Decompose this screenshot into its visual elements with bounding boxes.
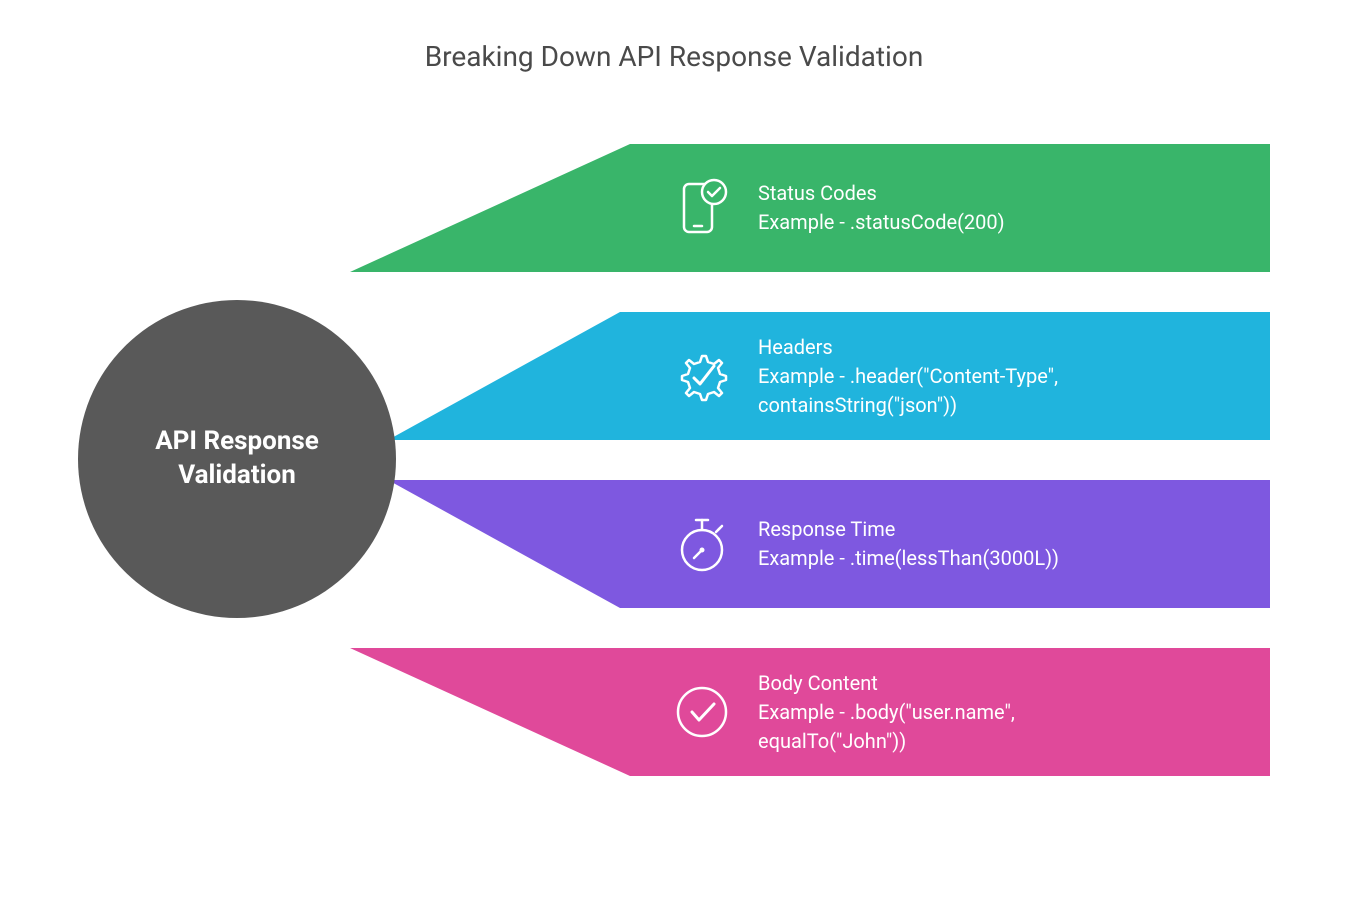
branch-2-example: Example - .header("Content-Type", contai…	[758, 362, 1158, 420]
branch-2-title: Headers	[758, 333, 1158, 362]
center-label: API Response Validation	[155, 425, 319, 493]
phone-check-icon	[670, 176, 734, 240]
branch-4-example: Example - .body("user.name", equalTo("Jo…	[758, 698, 1158, 756]
diagram-container: Status Codes Example - .statusCode(200) …	[0, 140, 1348, 860]
branch-3-example: Example - .time(lessThan(3000L))	[758, 544, 1059, 573]
branch-body-content: Body Content Example - .body("user.name"…	[350, 648, 1270, 776]
branch-1-title: Status Codes	[758, 179, 1005, 208]
branch-headers: Headers Example - .header("Content-Type"…	[350, 312, 1270, 440]
circle-check-icon	[670, 680, 734, 744]
branch-response-time: Response Time Example - .time(lessThan(3…	[350, 480, 1270, 608]
branch-1-example: Example - .statusCode(200)	[758, 208, 1005, 237]
branch-3-title: Response Time	[758, 515, 1059, 544]
branch-4-title: Body Content	[758, 669, 1158, 698]
gear-check-icon	[670, 344, 734, 408]
branch-status-codes: Status Codes Example - .statusCode(200)	[350, 144, 1270, 272]
center-circle: API Response Validation	[78, 300, 396, 618]
stopwatch-icon	[670, 512, 734, 576]
diagram-title: Breaking Down API Response Validation	[0, 0, 1348, 73]
